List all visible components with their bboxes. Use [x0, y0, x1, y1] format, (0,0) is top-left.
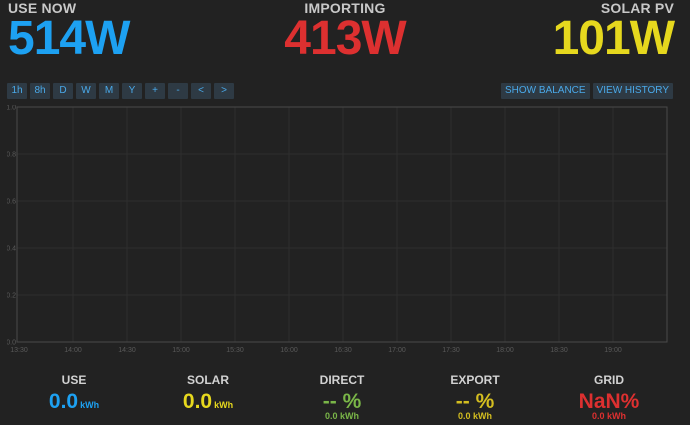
x-tick-label: 18:00	[496, 347, 514, 354]
x-tick-label: 13:30	[10, 347, 28, 354]
x-tick-label: 16:30	[334, 347, 352, 354]
summary-solar-value: 0.0	[182, 390, 213, 413]
view-toolbar: SHOW BALANCE VIEW HISTORY	[501, 83, 673, 99]
summary-export: EXPORT -- % 0.0 kWh	[415, 373, 535, 421]
summary-solar-value-row: 0.0 kWh	[148, 390, 268, 417]
summary-export-label: EXPORT	[450, 373, 500, 387]
summary-panel: USE 0.0 kWh SOLAR 0.0 kWh DIRECT -- % 0.0 …	[0, 373, 690, 425]
summary-use-label: USE	[61, 373, 87, 387]
zoom-in-button[interactable]: +	[145, 83, 165, 99]
summary-direct: DIRECT -- % 0.0 kWh	[282, 373, 402, 421]
summary-use-value-row: 0.0 kWh	[14, 390, 134, 417]
y-axis-ticks: 0.0 0.2 0.4 0.6 0.8 1.0	[7, 105, 16, 347]
summary-use: USE 0.0 kWh	[14, 373, 134, 417]
power-chart[interactable]: 0.00.20.40.60.81.0 13:30 14:00 14:30 15:00 1…	[7, 105, 669, 357]
x-tick-label: 18:30	[550, 347, 568, 354]
plot-area-border	[16, 106, 668, 343]
show-balance-button[interactable]: SHOW BALANCE	[501, 83, 590, 99]
x-tick-label: 19:00	[604, 347, 622, 354]
range-8h-button[interactable]: 8h	[30, 83, 50, 99]
x-tick-label: 17:30	[442, 347, 460, 354]
x-tick-label: 17:00	[388, 347, 406, 354]
x-tick-label: 14:00	[64, 347, 82, 354]
range-day-button[interactable]: D	[53, 83, 73, 99]
x-tick-label: 14:30	[118, 347, 136, 354]
solar-pv-stat: SOLAR PV 101W	[552, 0, 675, 65]
summary-use-value: 0.0	[48, 390, 79, 413]
summary-solar-unit: kWh	[214, 400, 234, 410]
y-tick-label: 1.0	[7, 105, 16, 112]
x-tick-label: 16:00	[280, 347, 298, 354]
summary-solar: SOLAR 0.0 kWh	[148, 373, 268, 417]
y-tick-label: 0.0	[7, 340, 16, 347]
summary-use-unit: kWh	[80, 400, 100, 410]
y-tick-label: 0.2	[7, 293, 16, 300]
range-month-button[interactable]: M	[99, 83, 119, 99]
x-tick-label: 15:30	[226, 347, 244, 354]
y-tick-label: 0.6	[7, 199, 16, 206]
summary-export-kwh: 0.0 kWh	[457, 411, 492, 421]
chart-grid	[17, 106, 667, 343]
summary-solar-label: SOLAR	[187, 373, 229, 387]
range-year-button[interactable]: Y	[122, 83, 142, 99]
zoom-out-button[interactable]: -	[168, 83, 188, 99]
summary-direct-kwh: 0.0 kWh	[324, 411, 359, 421]
summary-grid-kwh: 0.0 kWh	[591, 411, 626, 421]
solar-pv-value: 101W	[552, 12, 675, 65]
view-history-button[interactable]: VIEW HISTORY	[592, 83, 673, 99]
x-axis-ticks: 13:30 14:00 14:30 15:00 15:30 16:00 16:30 17:00…	[10, 347, 622, 354]
summary-direct-label: DIRECT	[319, 373, 365, 387]
x-tick-label: 15:00	[172, 347, 190, 354]
pan-left-button[interactable]: <	[191, 83, 211, 99]
summary-grid-label: GRID	[594, 373, 624, 387]
pan-right-button[interactable]: >	[214, 83, 234, 99]
summary-grid: GRID NaN% 0.0 kWh	[549, 373, 669, 421]
time-range-toolbar: 1h 8h D W M Y + - < >	[7, 83, 234, 99]
y-tick-label: 0.4	[7, 246, 16, 253]
y-tick-label: 0.8	[7, 152, 16, 159]
range-week-button[interactable]: W	[76, 83, 96, 99]
range-1h-button[interactable]: 1h	[7, 83, 27, 99]
